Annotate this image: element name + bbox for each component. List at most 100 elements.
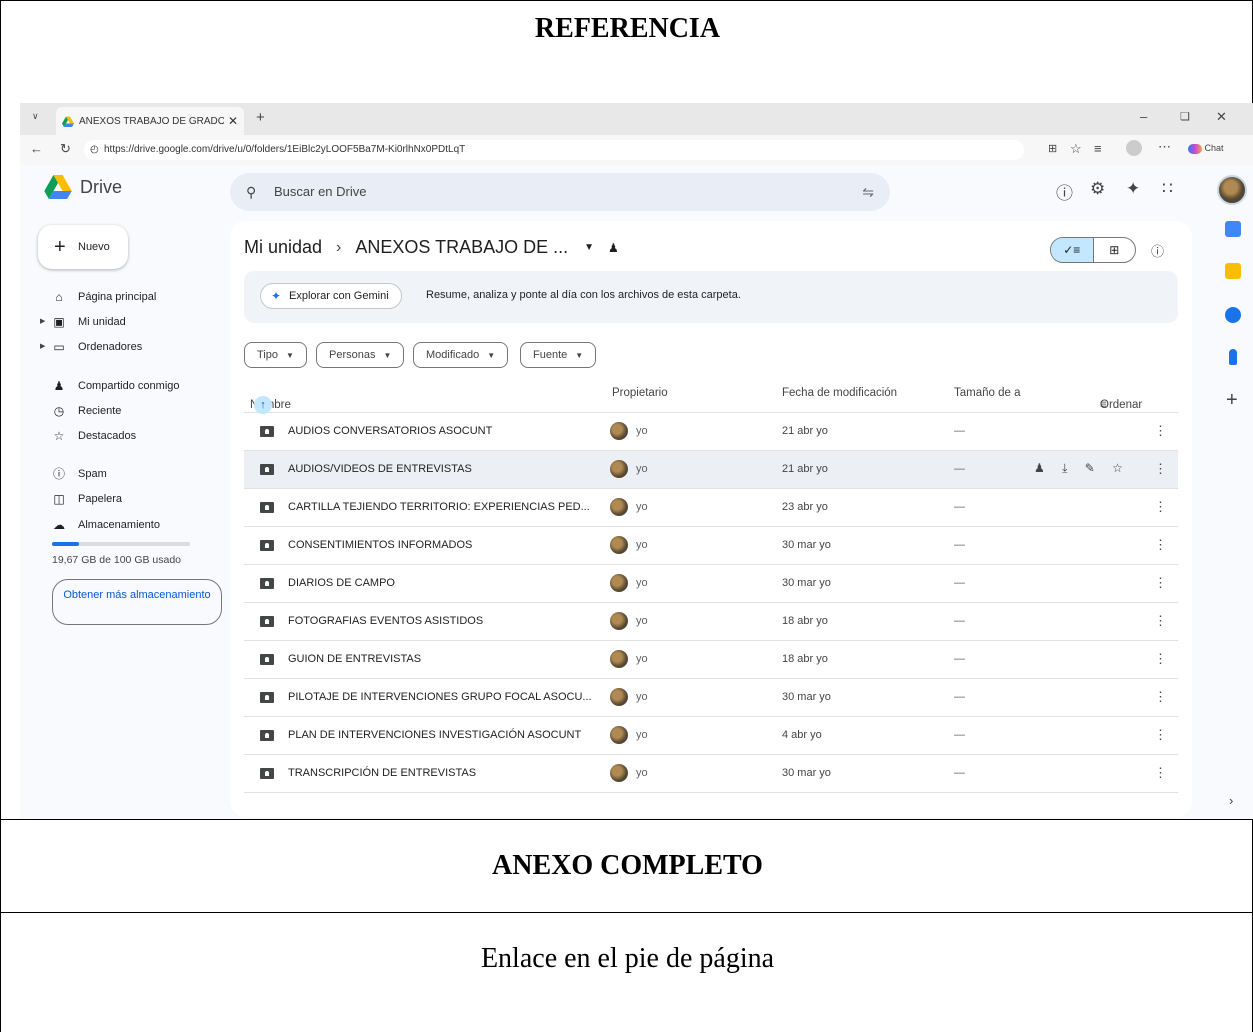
drive-logo[interactable]: Drive	[44, 175, 122, 199]
list-view-button[interactable]: ✓≡	[1051, 238, 1094, 262]
account-avatar[interactable]	[1217, 175, 1247, 205]
gemini-spark-icon[interactable]: ✦	[1126, 179, 1140, 199]
owner-avatar	[610, 536, 628, 554]
add-addon-icon[interactable]: +	[1226, 389, 1238, 412]
file-owner: yo	[636, 729, 648, 741]
rename-icon[interactable]: ✎	[1085, 461, 1095, 475]
share-icon[interactable]: ♟	[1034, 461, 1045, 475]
expand-caret-icon[interactable]: ▶	[40, 337, 45, 357]
more-actions-icon[interactable]: ⋮	[1154, 689, 1167, 705]
window-close-icon[interactable]: ✕	[1216, 109, 1227, 125]
calendar-icon[interactable]	[1225, 221, 1241, 237]
file-row[interactable]: GUION DE ENTREVISTAS yo 18 abr yo — ⋮	[244, 641, 1178, 679]
file-size: —	[954, 691, 965, 703]
more-actions-icon[interactable]: ⋮	[1154, 651, 1167, 667]
file-row[interactable]: FOTOGRAFIAS EVENTOS ASISTIDOS yo 18 abr yo…	[244, 603, 1178, 641]
expand-caret-icon[interactable]: ▶	[40, 312, 45, 332]
gemini-spark-icon: ✦	[271, 289, 282, 303]
nav-item-my-drive[interactable]: ▶ ▣ Mi unidad	[40, 312, 220, 332]
shared-folder-icon	[260, 540, 274, 551]
apps-grid-icon[interactable]: ∷	[1162, 179, 1173, 199]
owner-avatar	[610, 574, 628, 592]
tab-list-icon[interactable]: ∨	[32, 111, 39, 122]
file-row[interactable]: PLAN DE INTERVENCIONES INVESTIGACIÓN ASO…	[244, 717, 1178, 755]
keep-icon[interactable]	[1225, 263, 1241, 279]
nav-item-recent[interactable]: ◷ Reciente	[40, 401, 220, 421]
new-button-label: Nuevo	[78, 241, 110, 253]
filter-type[interactable]: Tipo ▼	[244, 342, 307, 368]
more-actions-icon[interactable]: ⋮	[1154, 499, 1167, 515]
tasks-icon[interactable]	[1225, 307, 1241, 323]
file-row[interactable]: AUDIOS/VIDEOS DE ENTREVISTAS yo 21 abr yo —…	[244, 451, 1178, 489]
favorites-list-icon[interactable]: ≡	[1094, 141, 1102, 156]
app-view-icon[interactable]: ⊞	[1048, 142, 1057, 155]
sort-label: Ordenar	[1100, 399, 1143, 411]
nav-item-storage[interactable]: ☁ Almacenamiento	[40, 515, 220, 535]
filter-modified[interactable]: Modificado ▼	[413, 342, 509, 368]
more-actions-icon[interactable]: ⋮	[1154, 613, 1167, 629]
star-icon[interactable]: ☆	[1112, 461, 1123, 475]
details-info-icon[interactable]: ⓘ	[1151, 241, 1164, 260]
column-owner[interactable]: Propietario	[612, 387, 668, 399]
minimize-icon[interactable]: –	[1140, 109, 1147, 124]
more-actions-icon[interactable]: ⋮	[1154, 537, 1167, 553]
column-size[interactable]: Tamaño de a	[954, 387, 1021, 399]
expand-panel-icon[interactable]: ›	[1229, 793, 1233, 808]
file-row[interactable]: CARTILLA TEJIENDO TERRITORIO: EXPERIENCI…	[244, 489, 1178, 527]
close-tab-icon[interactable]: ✕	[228, 114, 238, 128]
url-field[interactable]: ◴ https://drive.google.com/drive/u/0/fol…	[84, 140, 1024, 160]
file-name: PLAN DE INTERVENCIONES INVESTIGACIÓN ASO…	[288, 729, 582, 741]
my-drive-icon: ▣	[53, 315, 65, 329]
file-row[interactable]: PILOTAJE DE INTERVENCIONES GRUPO FOCAL A…	[244, 679, 1178, 717]
browser-tab[interactable]: ANEXOS TRABAJO DE GRADO SA ✕	[56, 107, 244, 135]
filter-label: Modificado	[426, 349, 480, 361]
more-actions-icon[interactable]: ⋮	[1154, 727, 1167, 743]
more-actions-icon[interactable]: ⋮	[1154, 575, 1167, 591]
nav-item-computers[interactable]: ▶ ▭ Ordenadores	[40, 337, 220, 357]
sort-ascending-icon[interactable]: ↑	[254, 396, 272, 414]
nav-item-shared[interactable]: ♟ Compartido conmigo	[40, 376, 220, 396]
file-name: TRANSCRIPCIÓN DE ENTREVISTAS	[288, 767, 477, 779]
owner-avatar	[610, 422, 628, 440]
star-icon: ☆	[53, 429, 65, 443]
search-options-icon[interactable]: ⇋	[862, 173, 874, 211]
copilot-chat-button[interactable]: Chat	[1188, 143, 1224, 154]
file-name: CARTILLA TEJIENDO TERRITORIO: EXPERIENCI…	[288, 501, 590, 513]
back-icon[interactable]: ←	[30, 141, 43, 156]
breadcrumb-current[interactable]: ANEXOS TRABAJO DE ...	[355, 237, 568, 258]
reload-icon[interactable]: ↻	[60, 141, 71, 157]
gemini-button-label: Explorar con Gemini	[289, 290, 389, 302]
new-button[interactable]: + Nuevo	[38, 225, 128, 269]
more-actions-icon[interactable]: ⋮	[1154, 765, 1167, 781]
download-icon[interactable]: ⤓	[1062, 461, 1067, 475]
breadcrumb-root[interactable]: Mi unidad	[244, 237, 322, 258]
settings-gear-icon[interactable]: ⚙	[1090, 179, 1105, 199]
contacts-icon[interactable]	[1229, 349, 1237, 365]
filter-source[interactable]: Fuente ▼	[520, 342, 597, 368]
favorite-star-icon[interactable]: ☆	[1070, 141, 1082, 157]
nav-item-home[interactable]: ⌂ Página principal	[40, 287, 220, 307]
new-tab-icon[interactable]: +	[256, 109, 265, 126]
more-actions-icon[interactable]: ⋮	[1154, 461, 1167, 477]
get-more-storage-button[interactable]: Obtener más almacenamiento	[52, 579, 222, 625]
file-row[interactable]: DIARIOS DE CAMPO yo 30 mar yo — ⋮	[244, 565, 1178, 603]
nav-item-starred[interactable]: ☆ Destacados	[40, 426, 220, 446]
copilot-icon	[1188, 143, 1202, 154]
profile-icon[interactable]	[1126, 140, 1142, 156]
nav-item-trash[interactable]: ◫ Papelera	[40, 489, 220, 509]
file-row[interactable]: TRANSCRIPCIÓN DE ENTREVISTAS yo 30 mar yo —…	[244, 755, 1178, 793]
file-row[interactable]: CONSENTIMIENTOS INFORMADOS yo 30 mar yo — ⋮	[244, 527, 1178, 565]
column-modified[interactable]: Fecha de modificación	[782, 387, 897, 399]
file-modified: 30 mar yo	[782, 539, 831, 551]
more-menu-icon[interactable]: ⋯	[1158, 139, 1171, 155]
filter-people[interactable]: Personas ▼	[316, 342, 405, 368]
more-actions-icon[interactable]: ⋮	[1154, 423, 1167, 439]
help-icon[interactable]: ⓘ	[1056, 179, 1073, 204]
folder-menu-caret-icon[interactable]: ▼	[584, 242, 594, 253]
grid-view-button[interactable]: ⊞	[1094, 238, 1136, 262]
explore-gemini-button[interactable]: ✦ Explorar con Gemini	[260, 283, 402, 309]
file-row[interactable]: AUDIOS CONVERSATORIOS ASOCUNT yo 21 abr yo…	[244, 413, 1178, 451]
nav-item-spam[interactable]: ⓘ Spam	[40, 464, 220, 484]
search-input[interactable]: ⚲ Buscar en Drive ⇋	[230, 173, 890, 211]
restore-icon[interactable]: ❏	[1180, 110, 1190, 123]
